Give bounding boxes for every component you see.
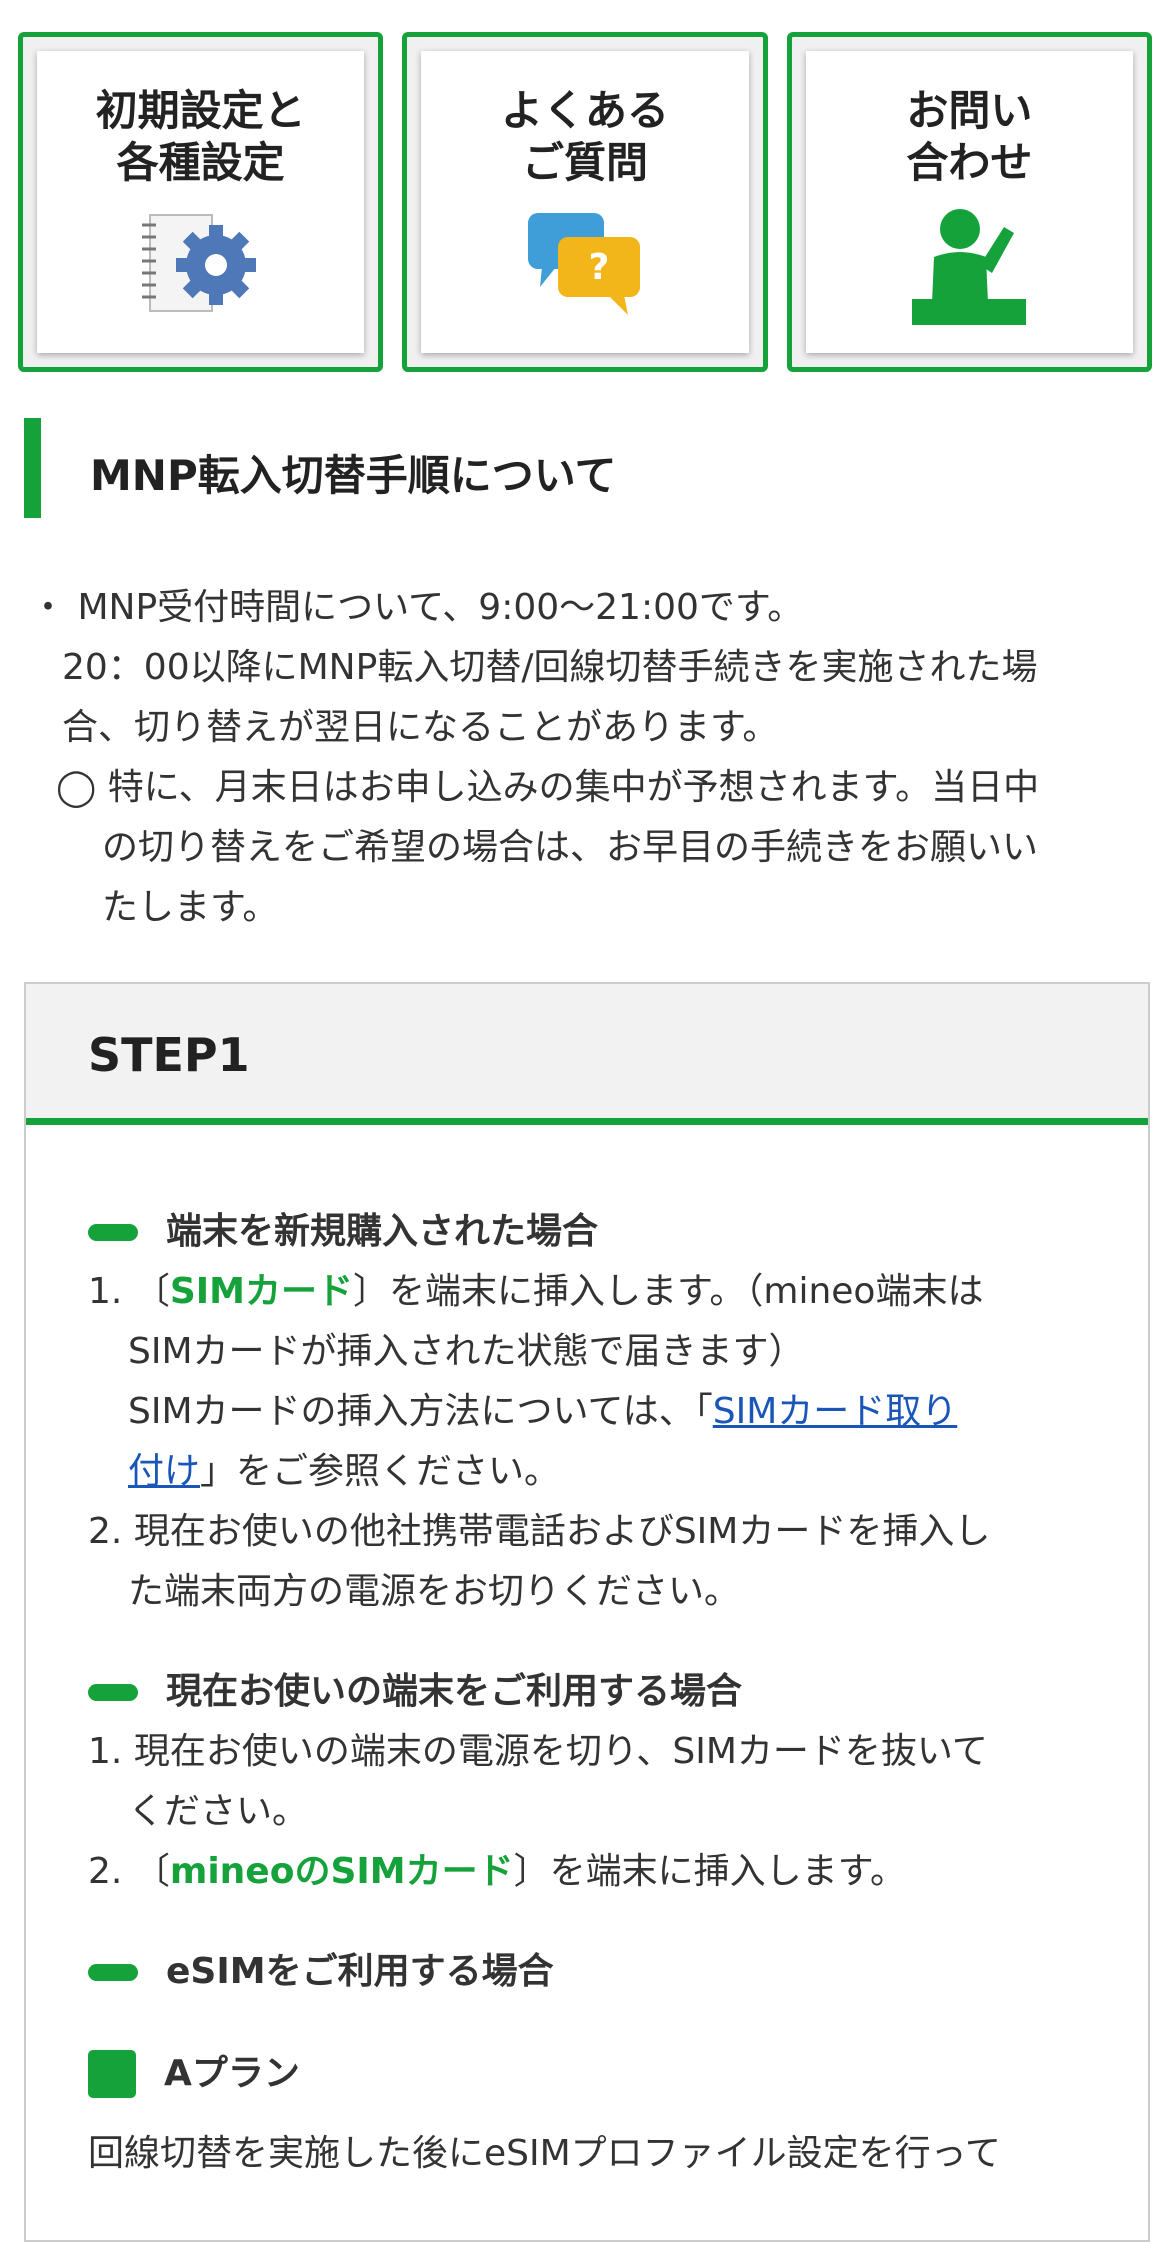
sim-install-link[interactable]: 付け <box>128 1451 200 1492</box>
faq-speech-bubbles-icon: ? <box>520 207 650 331</box>
green-square-icon <box>88 2050 136 2098</box>
subheading-text: eSIMをご利用する場合 <box>166 1951 554 1992</box>
item-text: 現在お使いの他社携帯電話およびSIMカードを挿入し <box>133 1511 991 1552</box>
item-text: SIMカードが挿入された状態で届きます） <box>128 1331 805 1372</box>
item-text: SIMカードの挿入方法については、「 <box>128 1391 713 1432</box>
subheading-new-device: 端末を新規購入された場合 <box>88 1202 1108 1262</box>
item-number: 1. <box>88 1731 123 1772</box>
bracket: 〔 <box>133 1271 170 1312</box>
item-text: 〕を端末に挿入します。（mineo端末は <box>352 1271 984 1312</box>
note-line: の切り替えをご希望の場合は、お早目の手続きをお願いい <box>102 827 1039 868</box>
note-line: 合、切り替えが翌日になることがあります。 <box>62 707 779 748</box>
tile-contact[interactable]: お問い 合わせ <box>786 32 1152 372</box>
settings-notebook-icon <box>136 207 266 331</box>
step-header: STEP1 <box>26 984 1148 1125</box>
tile-card: 初期設定と 各種設定 <box>37 51 365 353</box>
plan-name: Aプラン <box>164 2053 300 2094</box>
tile-faq[interactable]: よくある ご質問 ? <box>402 32 768 372</box>
green-pill-icon <box>88 1223 138 1241</box>
sim-card-text: SIMカード <box>169 1271 353 1312</box>
list-item: 1. 現在お使いの端末の電源を切り、SIMカードを抜いて <box>88 1722 1108 1782</box>
tile-label: 初期設定と 各種設定 <box>95 86 306 187</box>
note-line: たします。 <box>102 887 279 928</box>
subheading-text: 端末を新規購入された場合 <box>166 1211 599 1252</box>
heading-accent-bar <box>24 418 41 518</box>
note-line: ◯ 特に、月末日はお申し込みの集中が予想されます。当日中 <box>30 758 1150 818</box>
note-line: 20：00以降にMNP転入切替/回線切替手続きを実施された場 <box>62 647 1038 688</box>
section-title: MNP転入切替手順について <box>90 451 617 500</box>
tile-card: お問い 合わせ <box>805 51 1133 353</box>
circle-bullet: ◯ <box>56 767 97 808</box>
step1-box: STEP1 端末を新規購入された場合 1. 〔SIMカード〕を端末に挿入します。… <box>24 982 1150 2242</box>
bullet: ・ <box>30 587 67 628</box>
tile-initial-settings[interactable]: 初期設定と 各種設定 <box>18 32 384 372</box>
bracket: 〔 <box>133 1851 170 1892</box>
note-line: ・ MNP受付時間について、9:00〜21:00です。 <box>30 578 1150 638</box>
list-item: 1. 〔SIMカード〕を端末に挿入します。（mineo端末は <box>88 1262 1108 1322</box>
item-number: 2. <box>88 1511 123 1552</box>
sim-install-link[interactable]: SIMカード取り <box>713 1391 958 1432</box>
tile-label: よくある ご質問 <box>500 86 669 187</box>
quick-links: 初期設定と 各種設定 よくある ご質問 ? お問い 合わせ <box>18 32 1152 372</box>
step-content: 端末を新規購入された場合 1. 〔SIMカード〕を端末に挿入します。（mineo… <box>88 1202 1108 2184</box>
list-item: 2. 現在お使いの他社携帯電話およびSIMカードを挿入し <box>88 1502 1108 1562</box>
subheading-text: 現在お使いの端末をご利用する場合 <box>166 1671 743 1712</box>
plan-a-heading: Aプラン <box>88 2044 1108 2104</box>
list-item: 2. 〔mineoのSIMカード〕を端末に挿入します。 <box>88 1842 1108 1902</box>
note-text: 特に、月末日はお申し込みの集中が予想されます。当日中 <box>107 767 1040 808</box>
support-person-icon <box>904 207 1034 335</box>
subheading-esim: eSIMをご利用する場合 <box>88 1942 1108 2002</box>
item-text: 」をご参照ください。 <box>200 1451 561 1492</box>
step-title: STEP1 <box>88 1028 250 1082</box>
green-pill-icon <box>88 1963 138 1981</box>
item-text: 付け」をご参照ください。 <box>88 1442 1108 1502</box>
esim-text: 回線切替を実施した後にeSIMプロファイル設定を行って <box>88 2133 1001 2174</box>
green-pill-icon <box>88 1683 138 1701</box>
item-number: 2. <box>88 1851 123 1892</box>
tile-card: よくある ご質問 ? <box>421 51 749 353</box>
subheading-current-device: 現在お使いの端末をご利用する場合 <box>88 1662 1108 1722</box>
mineo-sim-text: mineoのSIMカード <box>169 1851 514 1892</box>
item-text: ください。 <box>128 1791 309 1832</box>
mnp-notes: ・ MNP受付時間について、9:00〜21:00です。 20：00以降にMNP転… <box>30 578 1150 938</box>
section-heading: MNP転入切替手順について <box>24 418 1154 518</box>
item-text: SIMカードの挿入方法については、「SIMカード取り <box>88 1382 1108 1442</box>
item-text: た端末両方の電源をお切りください。 <box>128 1571 741 1612</box>
item-number: 1. <box>88 1271 123 1312</box>
tile-label: お問い 合わせ <box>906 86 1033 187</box>
note-text: MNP受付時間について、9:00〜21:00です。 <box>77 587 804 628</box>
svg-text:?: ? <box>589 247 610 288</box>
item-text: 現在お使いの端末の電源を切り、SIMカードを抜いて <box>133 1731 988 1772</box>
item-text: 〕を端末に挿入します。 <box>513 1851 907 1892</box>
